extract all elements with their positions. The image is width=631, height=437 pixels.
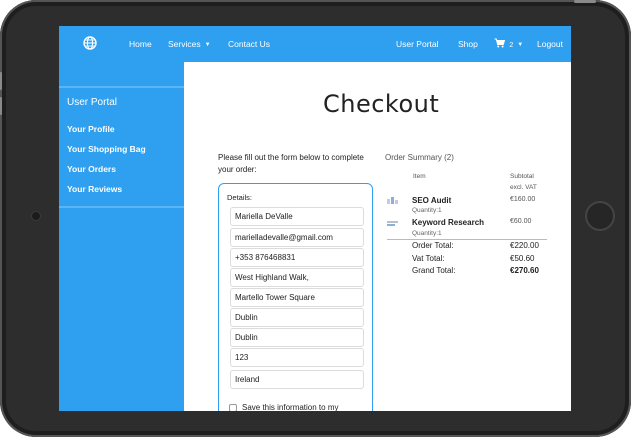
name-field[interactable] [230, 207, 364, 226]
nav-home[interactable]: Home [129, 39, 152, 49]
nav-cart[interactable]: 2 ▼ [494, 38, 523, 49]
checkout-form: Details: Save this information to my [218, 183, 373, 411]
col-item: Item [413, 173, 426, 180]
save-info-label: Save this information to my [242, 403, 339, 411]
sidebar-title: User Portal [67, 97, 118, 108]
sidebar-item-shopping-bag[interactable]: Your Shopping Bag [67, 144, 146, 154]
order-item-price: €160.00 [510, 196, 536, 203]
phone-field[interactable] [230, 248, 364, 267]
page-title: Checkout [323, 90, 440, 118]
nav-contact[interactable]: Contact Us [228, 39, 270, 49]
order-item-name: Keyword Research [412, 218, 485, 227]
order-total-value: €220.00 [510, 241, 539, 250]
nav-services[interactable]: Services ▼ [168, 39, 211, 49]
order-total-label: Order Total: [412, 241, 454, 250]
grand-total-value: €270.60 [510, 266, 539, 275]
vat-total-value: €50.60 [510, 254, 535, 263]
county-field[interactable] [230, 328, 364, 347]
vat-total-label: Vat Total: [412, 254, 445, 263]
save-info-checkbox[interactable] [229, 404, 237, 411]
screen: Home Services ▼ Contact Us User Portal Sh… [59, 26, 571, 411]
sidebar-divider [59, 206, 184, 208]
product-thumbnail-icon [387, 221, 398, 226]
sidebar-item-reviews[interactable]: Your Reviews [67, 184, 122, 194]
caret-down-icon: ▼ [517, 42, 524, 48]
email-field[interactable] [230, 228, 364, 247]
address-line2-field[interactable] [230, 288, 364, 307]
order-item-quantity: Quantity:1 [412, 230, 442, 237]
order-item-quantity: Quantity:1 [412, 207, 442, 214]
order-item-name: SEO Audit [412, 196, 452, 205]
nav-shop[interactable]: Shop [458, 39, 478, 49]
order-item-price: €60.00 [510, 218, 532, 225]
power-button [574, 0, 596, 3]
caret-down-icon: ▼ [204, 42, 211, 48]
nav-logout[interactable]: Logout [537, 39, 563, 49]
col-subtotal: Subtotal [510, 173, 534, 180]
nav-services-label: Services [168, 39, 201, 49]
navbar: Home Services ▼ Contact Us User Portal Sh… [59, 26, 571, 62]
volume-down-button [0, 97, 2, 115]
cart-icon [494, 38, 506, 48]
order-summary-title: Order Summary (2) [385, 153, 454, 162]
cart-count: 2 [509, 42, 514, 49]
totals-divider [387, 239, 547, 240]
nav-user-portal[interactable]: User Portal [396, 39, 439, 49]
globe-icon[interactable] [83, 36, 97, 50]
col-subtotal-note: excl. VAT [510, 184, 537, 191]
grand-total-label: Grand Total: [412, 266, 456, 275]
volume-up-button [0, 72, 2, 90]
form-label: Details: [227, 193, 253, 202]
product-thumbnail-icon [387, 197, 398, 204]
city-field[interactable] [230, 308, 364, 327]
home-button[interactable] [585, 201, 615, 231]
sidebar: User Portal Your Profile Your Shopping B… [59, 62, 184, 411]
address-line1-field[interactable] [230, 268, 364, 287]
postcode-field[interactable] [230, 348, 364, 367]
tablet-frame: Home Services ▼ Contact Us User Portal Sh… [0, 0, 631, 437]
front-camera [31, 211, 41, 221]
country-field[interactable] [230, 370, 364, 389]
form-intro: Please fill out the form below to comple… [218, 153, 364, 174]
sidebar-item-profile[interactable]: Your Profile [67, 124, 115, 134]
sidebar-divider [59, 86, 184, 88]
sidebar-item-orders[interactable]: Your Orders [67, 164, 116, 174]
